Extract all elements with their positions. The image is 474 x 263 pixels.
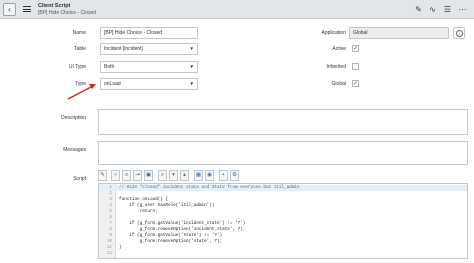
- script-label: Script: [73, 176, 86, 182]
- active-checkbox[interactable]: ✓: [352, 45, 359, 52]
- script-debug-icon[interactable]: ▦: [194, 170, 203, 181]
- global-label: Global: [331, 81, 346, 87]
- search-icon[interactable]: ⌕: [158, 170, 167, 181]
- description-label: Description: [60, 115, 86, 121]
- format-icon[interactable]: ≡: [122, 170, 131, 181]
- tree-icon[interactable]: ⚙: [230, 170, 239, 181]
- fullscreen-icon[interactable]: ▣: [144, 170, 153, 181]
- toggle-syntax-icon[interactable]: ✎: [98, 170, 107, 181]
- application-field: Global: [349, 27, 449, 39]
- comment-icon[interactable]: ○: [111, 170, 120, 181]
- messages-label: Messages: [63, 147, 86, 153]
- info-icon: i: [456, 30, 463, 37]
- global-checkbox[interactable]: ✓: [352, 80, 359, 87]
- script-editor-toolbar: ✎ ○ ≡ ⇥ ▣ ⌕ ▾ ▴ ▦ ◉ ▪ ⚙: [98, 170, 270, 182]
- save-icon[interactable]: ▪: [219, 170, 228, 181]
- chevron-down-icon[interactable]: ▾: [169, 170, 178, 181]
- code-line: 12: [99, 251, 467, 257]
- messages-textarea[interactable]: [98, 141, 468, 165]
- active-label: Active: [332, 46, 346, 52]
- inherited-label: Inherited: [326, 64, 346, 70]
- chevron-up-icon[interactable]: ▴: [180, 170, 189, 181]
- application-label: Application: [321, 30, 346, 36]
- indent-icon[interactable]: ⇥: [133, 170, 142, 181]
- inherited-checkbox[interactable]: [352, 63, 359, 70]
- line-number: 12: [106, 251, 112, 256]
- help-icon[interactable]: ◉: [205, 170, 214, 181]
- description-textarea[interactable]: [98, 109, 468, 135]
- script-editor[interactable]: 1// Hide "Closed" incident state and Sta…: [98, 183, 468, 259]
- application-info-button[interactable]: i: [453, 27, 465, 39]
